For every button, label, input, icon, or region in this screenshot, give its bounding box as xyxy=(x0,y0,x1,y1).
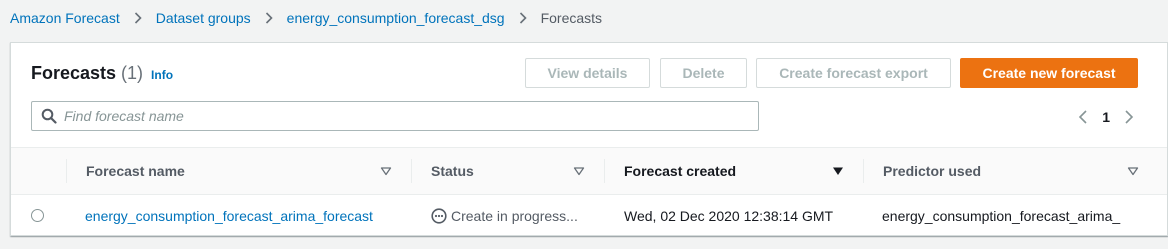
column-header-forecast-created[interactable]: Forecast created xyxy=(624,148,736,194)
info-link[interactable]: Info xyxy=(151,68,173,82)
status-cell: Create in progress... xyxy=(431,195,578,236)
sort-icon[interactable] xyxy=(573,165,585,177)
column-header-forecast-name[interactable]: Forecast name xyxy=(86,148,185,194)
next-page-icon[interactable] xyxy=(1119,107,1139,127)
table-header: Forecast name Status Forecast created Pr… xyxy=(11,147,1167,195)
forecasts-panel: Forecasts (1) Info View details Delete C… xyxy=(10,42,1168,236)
previous-page-icon[interactable] xyxy=(1073,107,1093,127)
breadcrumb-dataset-group[interactable]: energy_consumption_forecast_dsg xyxy=(287,10,505,26)
breadcrumb-amazon-forecast[interactable]: Amazon Forecast xyxy=(10,10,120,26)
page-number[interactable]: 1 xyxy=(1102,109,1110,125)
sort-icon[interactable] xyxy=(380,165,392,177)
status-text: Create in progress... xyxy=(451,207,578,224)
predictor-used-cell: energy_consumption_forecast_arima_ xyxy=(882,207,1121,224)
panel-header: Forecasts (1) Info xyxy=(31,63,173,84)
search-box xyxy=(31,101,759,131)
page-title: Forecasts xyxy=(31,63,117,83)
create-forecast-export-button[interactable]: Create forecast export xyxy=(756,58,951,88)
pagination: 1 xyxy=(1073,107,1139,127)
chevron-right-icon xyxy=(505,12,541,24)
breadcrumb-dataset-groups[interactable]: Dataset groups xyxy=(156,10,251,26)
column-divider xyxy=(863,159,864,183)
table-row: energy_consumption_forecast_arima_foreca… xyxy=(11,195,1167,236)
chevron-right-icon xyxy=(120,12,156,24)
column-divider xyxy=(66,159,67,183)
chevron-right-icon xyxy=(251,12,287,24)
delete-button[interactable]: Delete xyxy=(660,58,747,88)
forecast-name-link[interactable]: energy_consumption_forecast_arima_foreca… xyxy=(85,195,373,236)
column-divider xyxy=(411,159,412,183)
create-new-forecast-button[interactable]: Create new forecast xyxy=(960,58,1138,88)
forecast-created-cell: Wed, 02 Dec 2020 12:38:14 GMT xyxy=(624,207,834,224)
row-select-radio[interactable] xyxy=(31,209,44,222)
column-header-predictor-used[interactable]: Predictor used xyxy=(883,148,981,194)
column-header-status[interactable]: Status xyxy=(431,148,474,194)
breadcrumb-current: Forecasts xyxy=(540,10,603,26)
forecast-count: (1) xyxy=(121,63,144,83)
view-details-button[interactable]: View details xyxy=(525,58,650,88)
breadcrumb: Amazon Forecast Dataset groups energy_co… xyxy=(10,8,602,28)
sort-icon[interactable] xyxy=(1127,165,1139,177)
column-divider xyxy=(604,159,605,183)
in-progress-icon xyxy=(431,207,447,224)
search-input[interactable] xyxy=(64,103,758,129)
search-icon xyxy=(34,102,64,130)
sort-descending-icon[interactable] xyxy=(832,165,844,177)
